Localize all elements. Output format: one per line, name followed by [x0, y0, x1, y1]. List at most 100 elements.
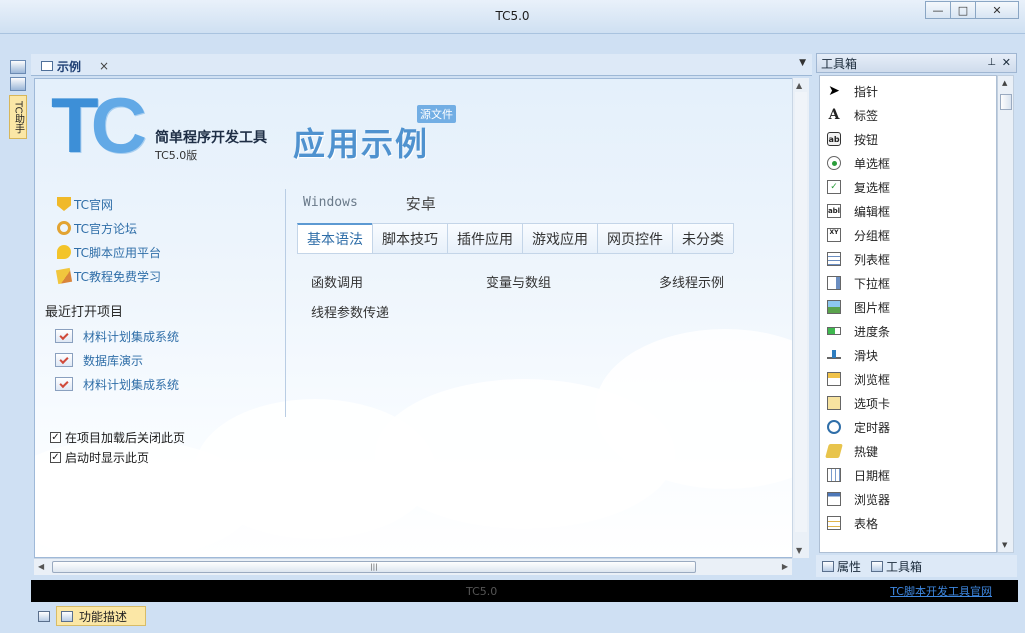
- grid-icon: [827, 516, 841, 530]
- toolbox-item-progress[interactable]: 进度条: [820, 319, 996, 343]
- project-file-icon: [55, 353, 73, 367]
- minimize-button[interactable]: —: [925, 1, 951, 19]
- show-on-startup-option[interactable]: ✓ 启动时显示此页: [50, 447, 185, 467]
- listbox-icon: [827, 252, 841, 266]
- toolbox-item-label[interactable]: A 标签: [820, 103, 996, 127]
- close-after-load-checkbox[interactable]: ✓: [50, 431, 61, 443]
- chat-icon: [57, 245, 71, 259]
- window-controls: — □ ✕: [925, 1, 1019, 19]
- toolbox-item-browse[interactable]: 浏览框: [820, 367, 996, 391]
- tab-windows[interactable]: Windows: [303, 193, 358, 214]
- checkbox-icon: ✓: [827, 180, 841, 194]
- scroll-thumb[interactable]: |||: [52, 561, 696, 573]
- vertical-scrollbar[interactable]: ▲ ▼: [792, 78, 809, 558]
- tc-assistant-tab[interactable]: TC助手: [9, 95, 27, 139]
- image-icon: [827, 300, 841, 314]
- link-forum[interactable]: TC官方论坛: [57, 216, 161, 240]
- tab-examples[interactable]: 示例 ×: [35, 56, 115, 76]
- page-icon: [41, 61, 53, 71]
- platform-tabs: Windows 安卓: [303, 193, 436, 214]
- tab-close-icon[interactable]: ×: [99, 59, 109, 73]
- toolbox-item-radio[interactable]: 单选框: [820, 151, 996, 175]
- tab-uncategorized[interactable]: 未分类: [672, 223, 734, 253]
- show-on-startup-checkbox[interactable]: ✓: [50, 451, 61, 463]
- scroll-right-icon[interactable]: ▶: [782, 562, 788, 571]
- toolbox-item-timer[interactable]: 定时器: [820, 415, 996, 439]
- scroll-down-icon[interactable]: ▼: [1002, 541, 1007, 549]
- pin-icon[interactable]: ⊥: [987, 57, 996, 68]
- title-bar: TC5.0 — □ ✕: [0, 0, 1025, 34]
- example-item[interactable]: 线程参数传递: [311, 302, 389, 321]
- project-file-icon: [55, 329, 73, 343]
- tab-function-description[interactable]: 功能描述: [56, 606, 147, 626]
- toolbox-item-browser[interactable]: 浏览器: [820, 487, 996, 511]
- date-icon: [827, 468, 841, 482]
- maximize-button[interactable]: □: [950, 1, 976, 19]
- tab-toolbox[interactable]: 工具箱: [871, 558, 922, 575]
- toolbox-item-hotkey[interactable]: 热键: [820, 439, 996, 463]
- logo-version: TC5.0版: [155, 149, 198, 162]
- check-list-icon[interactable]: [10, 77, 26, 91]
- tab-basic-syntax[interactable]: 基本语法: [297, 223, 373, 253]
- tab-web-controls[interactable]: 网页控件: [597, 223, 673, 253]
- tab-plugin-apps[interactable]: 插件应用: [447, 223, 523, 253]
- scroll-down-icon[interactable]: ▼: [796, 546, 802, 555]
- startup-options: ✓ 在项目加载后关闭此页 ✓ 启动时显示此页: [50, 427, 185, 467]
- toolbox-item-grid[interactable]: 表格: [820, 511, 996, 535]
- radio-icon: [827, 156, 841, 170]
- hotkey-icon: [825, 444, 843, 458]
- link-platform[interactable]: TC脚本应用平台: [57, 240, 161, 264]
- status-text: TC5.0: [466, 585, 498, 598]
- app-title: 应用示例: [293, 125, 430, 163]
- official-site-link[interactable]: TC脚本开发工具官网: [890, 583, 992, 599]
- bottom-panel-tabs: 功能描述: [31, 604, 1025, 628]
- output-icon[interactable]: [38, 610, 50, 622]
- tab-dropdown-icon[interactable]: ▼: [799, 58, 806, 68]
- toolbox-item-listbox[interactable]: 列表框: [820, 247, 996, 271]
- toolbox-item-pointer[interactable]: ➤ 指针: [820, 79, 996, 103]
- link-tutorial[interactable]: TC教程免费学习: [55, 264, 161, 288]
- toolbox-item-combobox[interactable]: 下拉框: [820, 271, 996, 295]
- recent-project-item[interactable]: 材料计划集成系统: [55, 372, 179, 396]
- close-button[interactable]: ✕: [975, 1, 1019, 19]
- document-tab-bar: 示例 × ▼: [31, 54, 812, 76]
- example-item[interactable]: 变量与数组: [486, 272, 659, 291]
- tab-properties[interactable]: 属性: [822, 558, 861, 575]
- toolbox-item-button[interactable]: ab 按钮: [820, 127, 996, 151]
- horizontal-scrollbar[interactable]: ◀ ||| ▶: [34, 558, 792, 575]
- close-after-load-option[interactable]: ✓ 在项目加载后关闭此页: [50, 427, 185, 447]
- toolbox-item-groupbox[interactable]: XY 分组框: [820, 223, 996, 247]
- toolbox-scrollbar[interactable]: ▲ ▼: [997, 75, 1014, 553]
- toolbox-list: ➤ 指针 A 标签 ab 按钮 单选框 ✓ 复选框 abl 编辑框 XY 分组框 列表框 下…: [819, 75, 997, 553]
- toolbox-close-icon[interactable]: ✕: [1002, 56, 1011, 69]
- toolbox-panel-tabs: 属性 工具箱: [816, 555, 1017, 577]
- scroll-up-icon[interactable]: ▲: [796, 81, 802, 90]
- example-list: 函数调用 变量与数组 多线程示例 线程参数传递: [311, 266, 741, 326]
- browser-icon: [827, 492, 841, 506]
- scroll-thumb[interactable]: [1000, 94, 1012, 110]
- tab-game-apps[interactable]: 游戏应用: [522, 223, 598, 253]
- toolbox-header: 工具箱 ⊥ ✕: [816, 53, 1017, 73]
- properties-icon: [822, 560, 834, 572]
- toolbox-item-slider[interactable]: 滑块: [820, 343, 996, 367]
- category-tabs: 基本语法 脚本技巧 插件应用 游戏应用 网页控件 未分类: [297, 223, 734, 254]
- toolbox-item-edit[interactable]: abl 编辑框: [820, 199, 996, 223]
- scroll-thumb[interactable]: [795, 92, 807, 532]
- scroll-left-icon[interactable]: ◀: [38, 562, 44, 571]
- example-item[interactable]: 多线程示例: [659, 272, 724, 291]
- tab-script-tips[interactable]: 脚本技巧: [372, 223, 448, 253]
- toolbox-item-checkbox[interactable]: ✓ 复选框: [820, 175, 996, 199]
- recent-project-item[interactable]: 数据库演示: [55, 348, 179, 372]
- shield-icon: [57, 197, 71, 211]
- toolbox-item-image[interactable]: 图片框: [820, 295, 996, 319]
- tab-android[interactable]: 安卓: [406, 193, 436, 214]
- search-icon: [57, 221, 71, 235]
- project-icon[interactable]: [10, 60, 26, 74]
- recent-project-item[interactable]: 材料计划集成系统: [55, 324, 179, 348]
- toolbox-item-tab-control[interactable]: 选项卡: [820, 391, 996, 415]
- example-item[interactable]: 函数调用: [311, 272, 486, 291]
- toolbox-item-date[interactable]: 日期框: [820, 463, 996, 487]
- link-official-site[interactable]: TC官网: [57, 192, 161, 216]
- scroll-up-icon[interactable]: ▲: [1002, 79, 1007, 87]
- source-badge[interactable]: 源文件: [417, 105, 456, 123]
